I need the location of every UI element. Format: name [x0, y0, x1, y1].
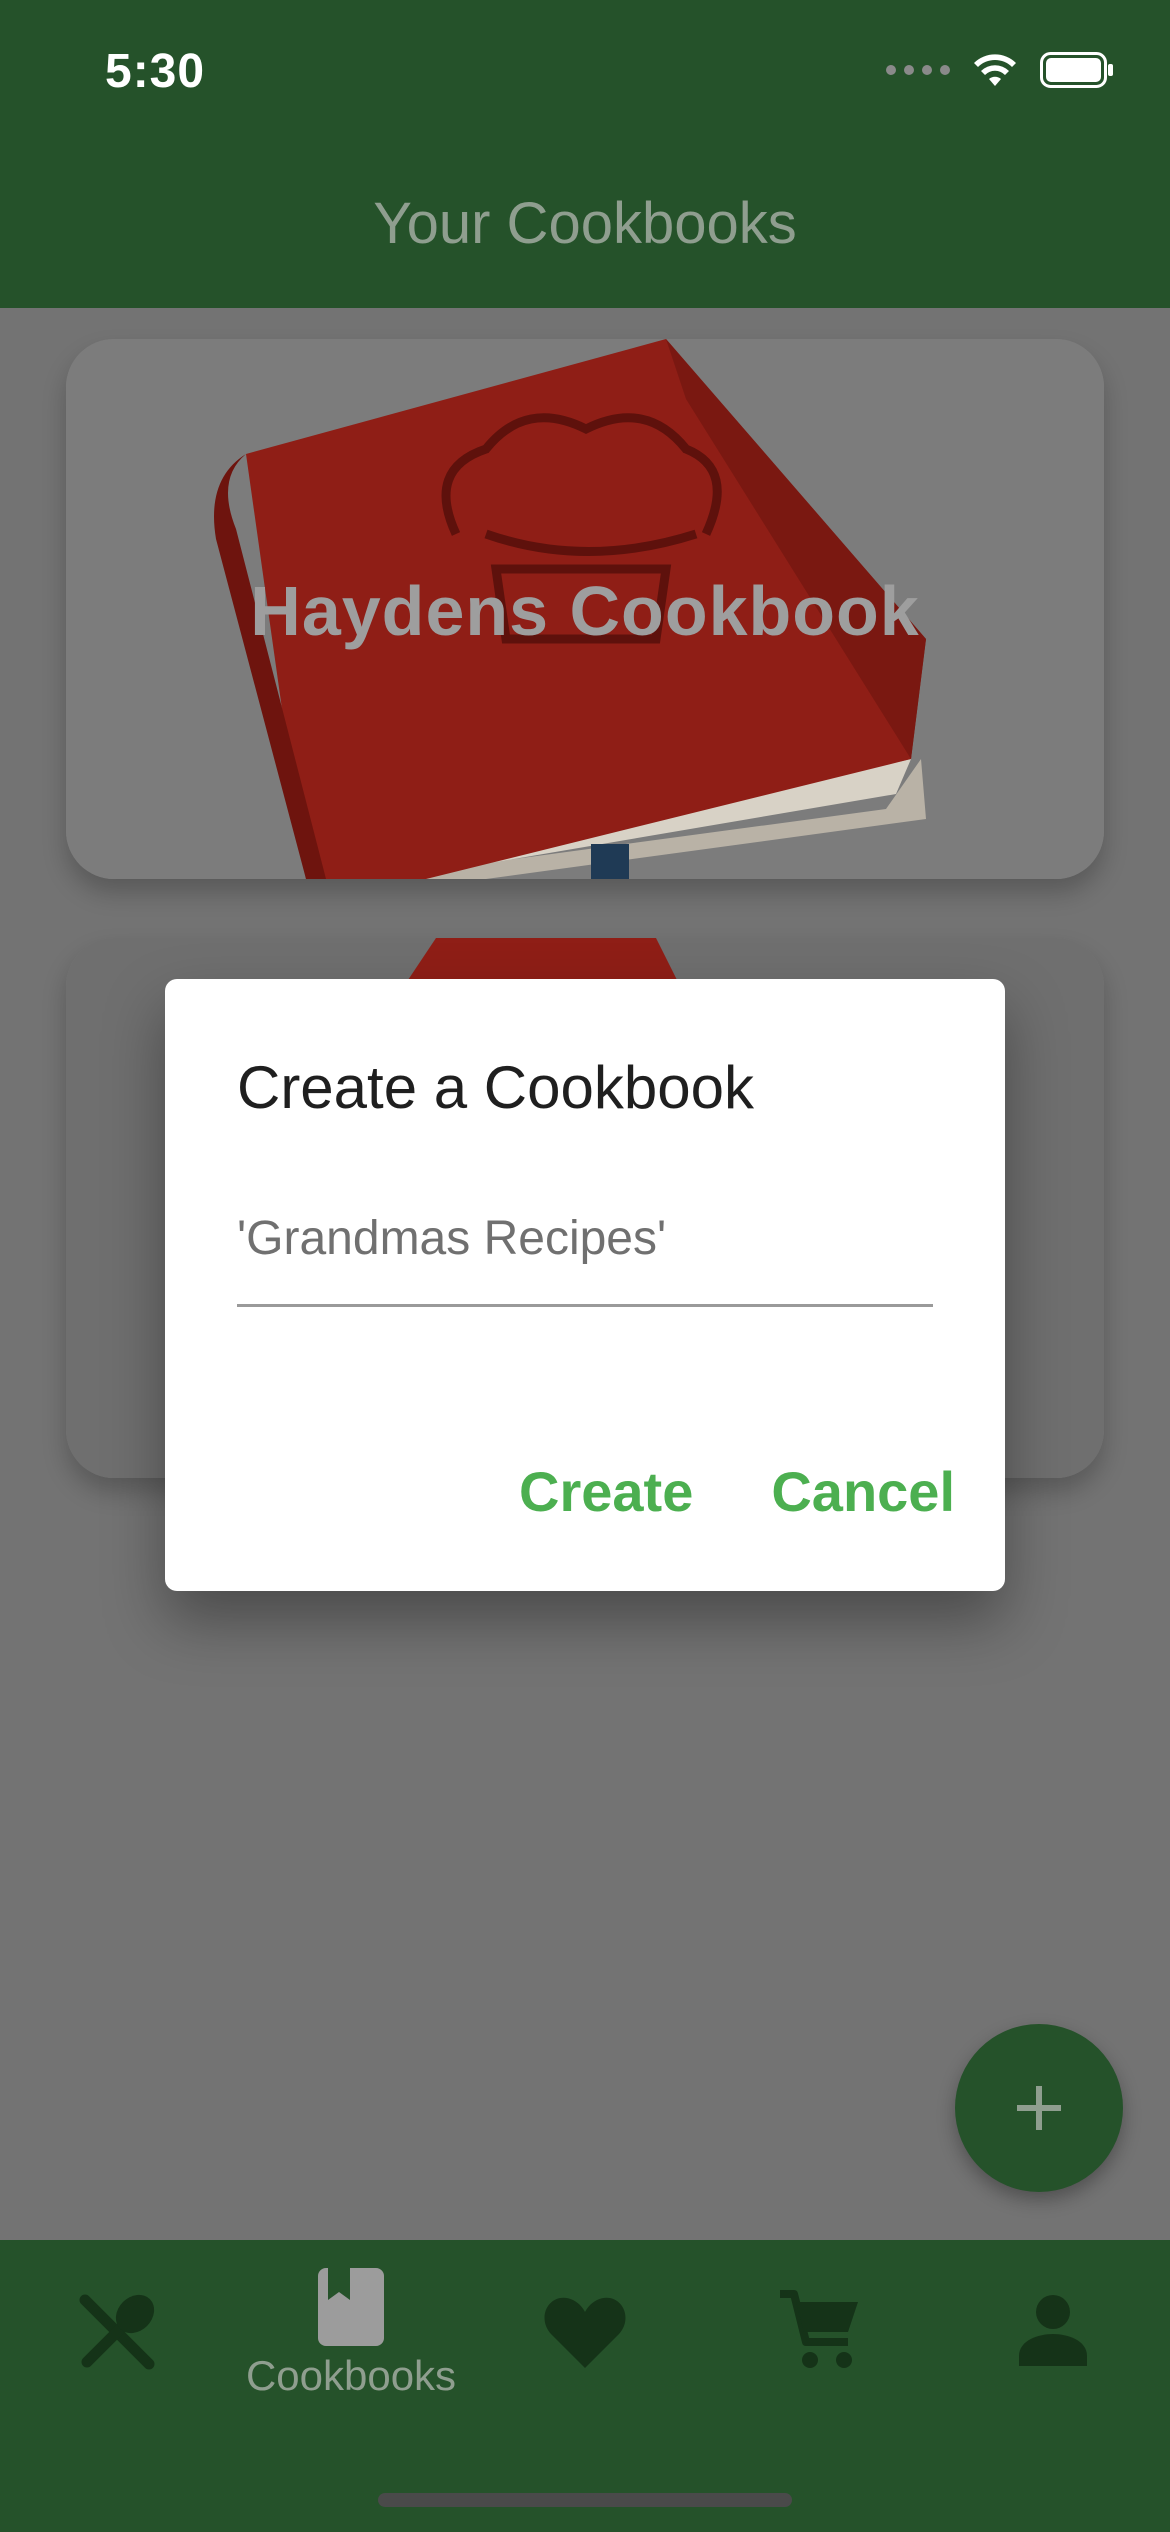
add-cookbook-button[interactable] — [955, 2024, 1123, 2192]
status-time: 5:30 — [105, 45, 206, 98]
cart-icon — [780, 2290, 858, 2368]
cookbook-name-input[interactable] — [237, 1191, 933, 1307]
nav-label-cookbooks: Cookbooks — [245, 2352, 457, 2399]
plus-icon — [1017, 2086, 1061, 2130]
dialog-title: Create a Cookbook — [237, 1054, 754, 1121]
cancel-button[interactable]: Cancel — [771, 1459, 955, 1524]
nav-item-cart[interactable] — [702, 2240, 936, 2440]
signal-icon — [886, 65, 950, 75]
cookbook-card[interactable]: Haydens Cookbook — [66, 339, 1104, 879]
battery-icon — [1040, 52, 1113, 88]
create-button[interactable]: Create — [519, 1459, 693, 1524]
cookbook-title: Haydens Cookbook — [250, 572, 920, 650]
create-cookbook-dialog: Create a Cookbook Create Cancel — [165, 979, 1005, 1591]
nav-item-cookbooks[interactable]: Cookbooks — [234, 2240, 468, 2440]
nav-item-recipes[interactable] — [0, 2240, 234, 2440]
bookmark-book-icon — [318, 2268, 384, 2346]
status-icons — [886, 52, 1114, 88]
bottom-nav: Cookbooks — [0, 2240, 1170, 2532]
nav-item-profile[interactable] — [936, 2240, 1170, 2440]
person-icon — [1019, 2295, 1087, 2366]
home-indicator — [378, 2493, 792, 2507]
wifi-icon — [974, 54, 1016, 86]
page-title: Your Cookbooks — [373, 191, 797, 256]
app-bar: 5:30 Your Cookbooks — [0, 0, 1170, 308]
nav-item-favorites[interactable] — [468, 2240, 702, 2440]
utensils-icon — [79, 2294, 155, 2370]
dialog-actions: Create Cancel — [519, 1459, 955, 1524]
heart-icon — [544, 2297, 626, 2368]
